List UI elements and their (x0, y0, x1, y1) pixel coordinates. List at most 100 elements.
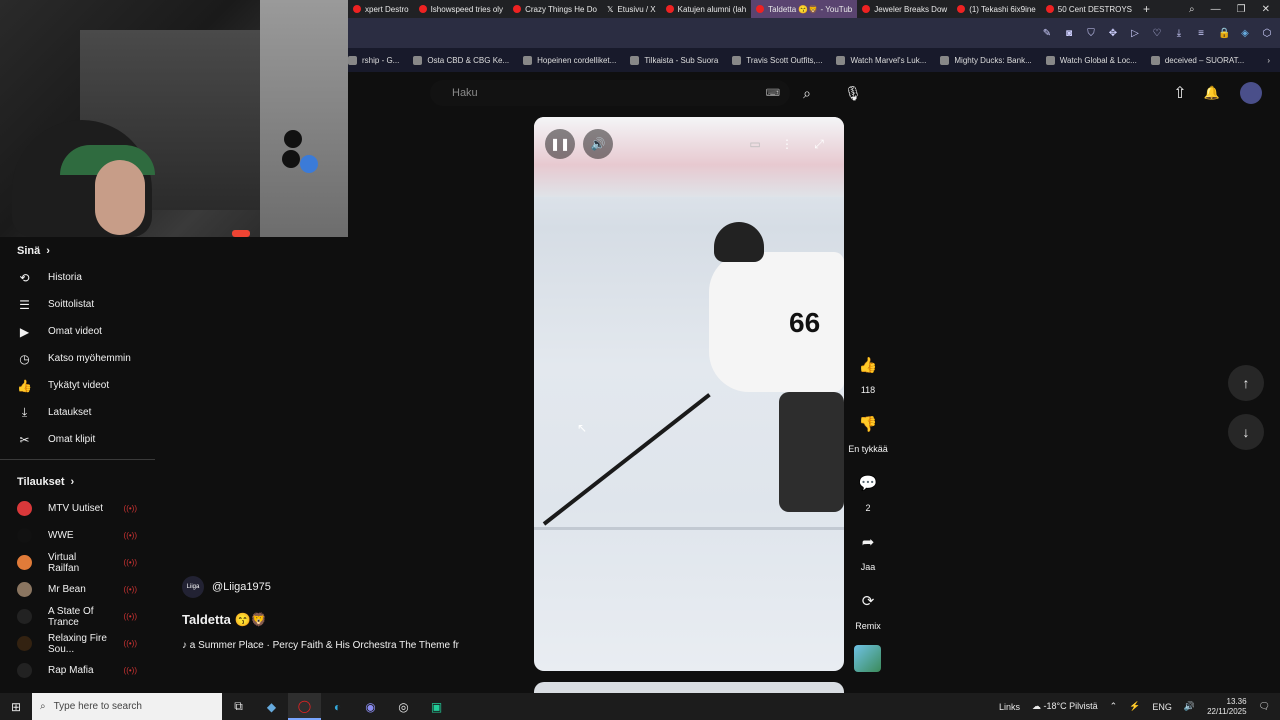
close-window-icon[interactable]: ✕ (1262, 4, 1270, 15)
browser-tab[interactable]: 50 Cent DESTROYS (1041, 0, 1137, 18)
search-tabs-icon[interactable]: ⌕ (1189, 4, 1195, 15)
copilot-app[interactable]: ◆ (255, 693, 288, 720)
like-action[interactable]: 👍 118 (848, 347, 888, 395)
bookmark-item[interactable]: rship - G... (348, 55, 399, 65)
obs-app[interactable]: ◎ (387, 693, 420, 720)
lock-icon[interactable]: 🔒 (1218, 28, 1230, 39)
bookmark-label: Watch Global & Loc... (1059, 55, 1137, 65)
sound-thumbnail[interactable] (854, 645, 881, 672)
short-video-player[interactable]: 66 ❚❚ 🔊 ▭ ⋮ ⤢ (534, 117, 844, 671)
sidebar-item-liked[interactable]: 👍 Tykätyt videot (0, 372, 155, 399)
sidebar-item-download[interactable]: ⤓ Lataukset (0, 399, 155, 426)
sidebar-you-header[interactable]: Sinä › (0, 237, 155, 264)
menu-icon[interactable]: ≡ (1196, 28, 1206, 39)
show-hidden-icons[interactable]: ⌃ (1110, 701, 1118, 712)
bookmark-item[interactable]: Watch Marvel's Luk... (836, 55, 926, 65)
minimize-icon[interactable]: — (1211, 4, 1221, 15)
channel-name[interactable]: @Liiga1975 (212, 581, 271, 593)
bookmark-item[interactable]: Tilkaista - Sub Suora (630, 55, 718, 65)
sidebar-item-playlists[interactable]: ☰ Soittolistat (0, 291, 155, 318)
subscription-item[interactable]: Mr Bean ((•)) (0, 576, 155, 603)
browser-tab[interactable]: 𝕏 Etusivu / X (602, 0, 661, 18)
share-action[interactable]: ➦ Jaa (848, 524, 888, 572)
channel-avatar[interactable]: Liiga (182, 576, 204, 598)
volume-button[interactable]: 🔊 (583, 129, 613, 159)
bookmarks-more-icon[interactable]: › (1267, 56, 1280, 65)
sidebar-item-scissors[interactable]: ✂ Omat klipit (0, 426, 155, 453)
taskbar-search-input[interactable]: ⌕ Type here to search (32, 693, 222, 720)
thumbs-up-icon[interactable]: 👍 (850, 347, 886, 383)
next-short-preview[interactable] (534, 682, 844, 693)
thumbs-down-icon[interactable]: 👎 (850, 406, 886, 442)
edit-icon[interactable]: ✎ (1042, 28, 1052, 39)
bookmark-item[interactable]: deceived – SUORAT... (1150, 55, 1244, 65)
browser-tab[interactable]: xpert Destro (348, 0, 414, 18)
share-icon[interactable]: ➦ (850, 524, 886, 560)
browser-tab[interactable]: Taldetta 😙🦁 - YouTub (751, 0, 858, 18)
start-button[interactable]: ⊞ (0, 693, 32, 720)
edge-app[interactable]: ◐ (321, 693, 354, 720)
pause-button[interactable]: ❚❚ (545, 129, 575, 159)
subscription-item[interactable]: WWE ((•)) (0, 522, 155, 549)
sidebar-item-history[interactable]: ⟲ Historia (0, 264, 155, 291)
subscription-item[interactable]: Rap Mafia ((•)) (0, 657, 155, 684)
heart-icon[interactable]: ♡ (1152, 28, 1162, 39)
links-toolbar[interactable]: Links (999, 702, 1020, 712)
new-tab-button[interactable]: + (1137, 2, 1156, 16)
opera-app[interactable]: ◯ (288, 693, 321, 720)
comments-action[interactable]: 💬 2 (848, 465, 888, 513)
sidebar-subscriptions-header[interactable]: Tilaukset › (0, 468, 155, 495)
extensions-icon[interactable]: ✥ (1108, 28, 1118, 39)
aria-icon[interactable]: ◈ (1240, 28, 1250, 39)
browser-tab[interactable]: Jeweler Breaks Dow (857, 0, 952, 18)
browser-tab[interactable]: Crazy Things He Do (508, 0, 602, 18)
browser-tab[interactable]: Katujen alumni (lah (661, 0, 751, 18)
mic-button[interactable]: 🎙 (838, 78, 868, 108)
shield-icon[interactable]: ⛉ (1086, 28, 1096, 39)
upload-button[interactable]: ⇧ (1168, 80, 1192, 106)
task-view-button[interactable]: ⧉ (222, 693, 255, 720)
subscription-item[interactable]: MTV Uutiset ((•)) (0, 495, 155, 522)
sidebar-item-watch-later[interactable]: ◷ Katso myöhemmin (0, 345, 155, 372)
subscription-item[interactable]: Virtual Railfan ((•)) (0, 549, 155, 576)
captions-button[interactable]: ▭ (740, 129, 770, 159)
music-info[interactable]: ♪ a Summer Place · Percy Faith & His Orc… (182, 640, 482, 651)
restore-icon[interactable]: ❐ (1237, 4, 1246, 15)
download-icon[interactable]: ⤓ (1174, 28, 1184, 39)
next-short-button[interactable]: ↓ (1228, 414, 1264, 450)
search-button[interactable]: ⌕ (792, 80, 822, 106)
bookmark-item[interactable]: Travis Scott Outfits,... (732, 55, 822, 65)
network-icon[interactable]: ⚡ (1129, 701, 1140, 712)
comment-icon[interactable]: 💬 (850, 465, 886, 501)
bookmark-item[interactable]: Hopeinen cordelliket... (523, 55, 616, 65)
previous-short-button[interactable]: ↑ (1228, 365, 1264, 401)
search-input[interactable]: Haku ⌨ (430, 80, 790, 106)
camera-icon[interactable]: ◙ (1064, 28, 1074, 39)
remix-icon[interactable]: ⟳ (850, 583, 886, 619)
avatar[interactable] (1240, 82, 1262, 104)
language-indicator[interactable]: ENG (1152, 702, 1172, 712)
notifications-button[interactable]: 🔔 (1200, 80, 1224, 106)
play-icon[interactable]: ▷ (1130, 28, 1140, 39)
browser-tab[interactable]: Ishowspeed tries oly (414, 0, 508, 18)
bookmark-item[interactable]: Watch Global & Loc... (1045, 55, 1137, 65)
keyboard-icon[interactable]: ⌨ (766, 88, 780, 99)
weather-widget[interactable]: ☁ -18°C Pilvistä (1032, 701, 1098, 712)
sidebar-item-your-videos[interactable]: ▶ Omat videot (0, 318, 155, 345)
bookmark-item[interactable]: Mighty Ducks: Bank... (940, 55, 1032, 65)
browser-tab[interactable]: (1) Tekashi 6ix9ine (952, 0, 1041, 18)
clock[interactable]: 13.36 22/11/2025 (1207, 697, 1246, 717)
channel-info[interactable]: Liiga @Liiga1975 (182, 576, 271, 598)
discord-app[interactable]: ◉ (354, 693, 387, 720)
dislike-action[interactable]: 👎 En tykkää (848, 406, 888, 454)
app-icon-green[interactable]: ▣ (420, 693, 453, 720)
volume-icon[interactable]: 🔊 (1184, 701, 1195, 712)
more-options-button[interactable]: ⋮ (772, 129, 802, 159)
fullscreen-button[interactable]: ⤢ (804, 129, 834, 159)
subscription-item[interactable]: A State Of Trance ((•)) (0, 603, 155, 630)
settings-icon[interactable]: ⬡ (1262, 28, 1272, 39)
remix-action[interactable]: ⟳ Remix (848, 583, 888, 631)
notification-center-icon[interactable]: 🗨 (1259, 701, 1270, 712)
bookmark-item[interactable]: Osta CBD & CBG Ke... (413, 55, 509, 65)
subscription-item[interactable]: Relaxing Fire Sou... ((•)) (0, 630, 155, 657)
